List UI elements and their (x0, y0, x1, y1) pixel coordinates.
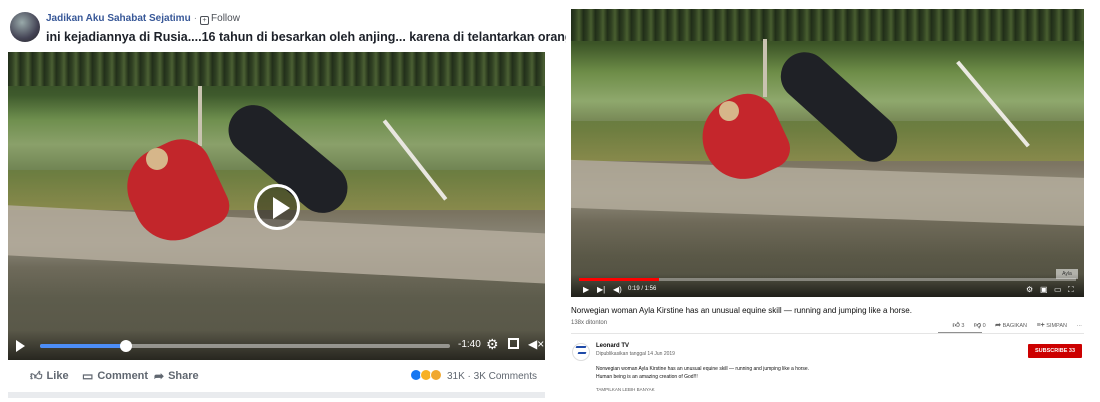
yt-fullscreen-icon[interactable]: ⛶ (1068, 285, 1074, 294)
youtube-video-player[interactable]: Ayla (571, 9, 1084, 297)
dislike-count: 0 (982, 323, 986, 329)
page-avatar[interactable] (10, 12, 40, 42)
publish-date: Dipublikasikan tanggal 14 Jun 2019 (596, 351, 675, 357)
like-icon: 👍︎ (30, 369, 43, 383)
video-progress-fill (40, 344, 127, 348)
post-title: ini kejadiannya di Rusia....16 tahun di … (46, 30, 583, 44)
like-button[interactable]: 👍︎ Like (30, 369, 69, 384)
description-line-2: Human being is an amazing creation of Go… (596, 374, 698, 380)
like-button[interactable]: 👍︎ 3 (952, 322, 965, 329)
thumbs-down-icon: 👎︎ (973, 322, 982, 329)
youtube-progress-fill (579, 278, 659, 281)
screenshot-root: Jadikan Aku Sahabat Sejatimu · + Follow ini… (0, 0, 1100, 402)
subscribe-button[interactable]: SUBSCRIBE 33 (1028, 344, 1082, 358)
show-more-button[interactable]: TAMPILKAN LEBIH BANYAK (596, 387, 655, 392)
yt-theater-icon[interactable]: ▭ (1054, 285, 1062, 294)
yt-miniplayer-icon[interactable]: ▣ (1040, 285, 1048, 294)
yt-scene-person-head (719, 101, 739, 121)
yt-volume-icon[interactable]: ◀) (613, 285, 622, 294)
follow-icon: + (200, 16, 210, 25)
page-name-line: Jadikan Aku Sahabat Sejatimu · + Follow (46, 13, 240, 25)
share-arrow-icon: ➦ (995, 322, 1002, 329)
post-divider (8, 392, 545, 398)
settings-gear-icon[interactable]: ⚙ (486, 337, 499, 351)
follow-button[interactable]: + Follow (200, 13, 240, 25)
thumbs-up-icon: 👍︎ (952, 322, 960, 329)
section-divider (571, 333, 1084, 334)
video-controls: -1:40 ⚙ ◀× (8, 330, 545, 360)
share-icon: ➦ (154, 369, 165, 383)
share-label: BAGIKAN (1002, 323, 1028, 329)
post-more-button[interactable]: ··· (527, 30, 542, 44)
video-progress-bar[interactable] (40, 340, 450, 352)
video-actions: 👍︎ 3 👎︎ 0 ➦ BAGIKAN ≡+ SIMPAN ··· (944, 320, 1082, 329)
dislike-button[interactable]: 👎︎ 0 (973, 322, 986, 329)
volume-icon[interactable]: ◀× (528, 337, 544, 351)
comment-button[interactable]: ▭ Comment (82, 369, 148, 383)
save-label: SIMPAN (1046, 323, 1067, 329)
like-label: Like (46, 370, 69, 382)
youtube-watch: Ayla ▶ ▶| ◀) 0:19 / 1:56 ⚙ ▣ ▭ ⛶ Norwegi… (566, 0, 1100, 402)
share-button[interactable]: ➦ BAGIKAN (995, 322, 1028, 329)
yt-next-icon[interactable]: ▶| (597, 285, 605, 294)
video-progress-thumb[interactable] (120, 340, 133, 352)
post-header: Jadikan Aku Sahabat Sejatimu · + Follow ini… (8, 8, 583, 48)
facebook-post: Jadikan Aku Sahabat Sejatimu · + Follow ini… (0, 0, 583, 402)
video-scene-person-head (146, 148, 168, 170)
yt-scene-post (763, 39, 767, 97)
comment-label: Comment (97, 370, 149, 382)
reaction-wow-icon (430, 369, 443, 381)
video-scene-trees (8, 52, 545, 86)
channel-name[interactable]: Leonard TV (596, 343, 629, 349)
reactions-summary[interactable]: 31K · 3K Comments (410, 369, 537, 382)
like-count: 3 (961, 323, 965, 329)
channel-avatar[interactable] (572, 343, 590, 361)
time-remaining: -1:40 (458, 339, 481, 350)
share-button[interactable]: ➦ Share (154, 369, 199, 383)
more-actions-button[interactable]: ··· (1077, 323, 1083, 329)
youtube-progress-bar[interactable] (579, 278, 1076, 281)
video-player[interactable] (8, 52, 545, 360)
play-icon[interactable] (254, 184, 300, 230)
yt-scene-path (571, 159, 1084, 227)
comment-icon: ▭ (82, 369, 94, 383)
share-label: Share (168, 370, 199, 382)
view-count: 138x ditonton (571, 320, 608, 326)
fullscreen-icon[interactable] (508, 338, 519, 349)
yt-play-icon[interactable]: ▶ (583, 285, 589, 294)
page-name-link[interactable]: Jadikan Aku Sahabat Sejatimu (46, 13, 191, 24)
yt-time-display: 0:19 / 1:56 (628, 286, 657, 292)
video-title: Norwegian woman Ayla Kirstine has an unu… (571, 306, 912, 315)
yt-settings-icon[interactable]: ⚙ (1026, 285, 1033, 294)
control-play-icon[interactable] (16, 340, 25, 352)
post-actions: 👍︎ Like ▭ Comment ➦ Share 31K · 3K Comments (8, 362, 545, 390)
save-button[interactable]: ≡+ SIMPAN (1036, 322, 1067, 329)
video-scene-post (198, 86, 202, 146)
description-line-1: Norwegian woman Ayla Kirstine has an unu… (596, 366, 810, 372)
separator-dot: · (193, 13, 198, 24)
reactions-count: 31K · 3K Comments (446, 371, 537, 382)
youtube-controls: ▶ ▶| ◀) 0:19 / 1:56 ⚙ ▣ ▭ ⛶ (571, 274, 1084, 297)
yt-scene-trees (571, 9, 1084, 41)
playlist-add-icon: ≡+ (1036, 322, 1045, 329)
follow-label: Follow (211, 13, 240, 24)
